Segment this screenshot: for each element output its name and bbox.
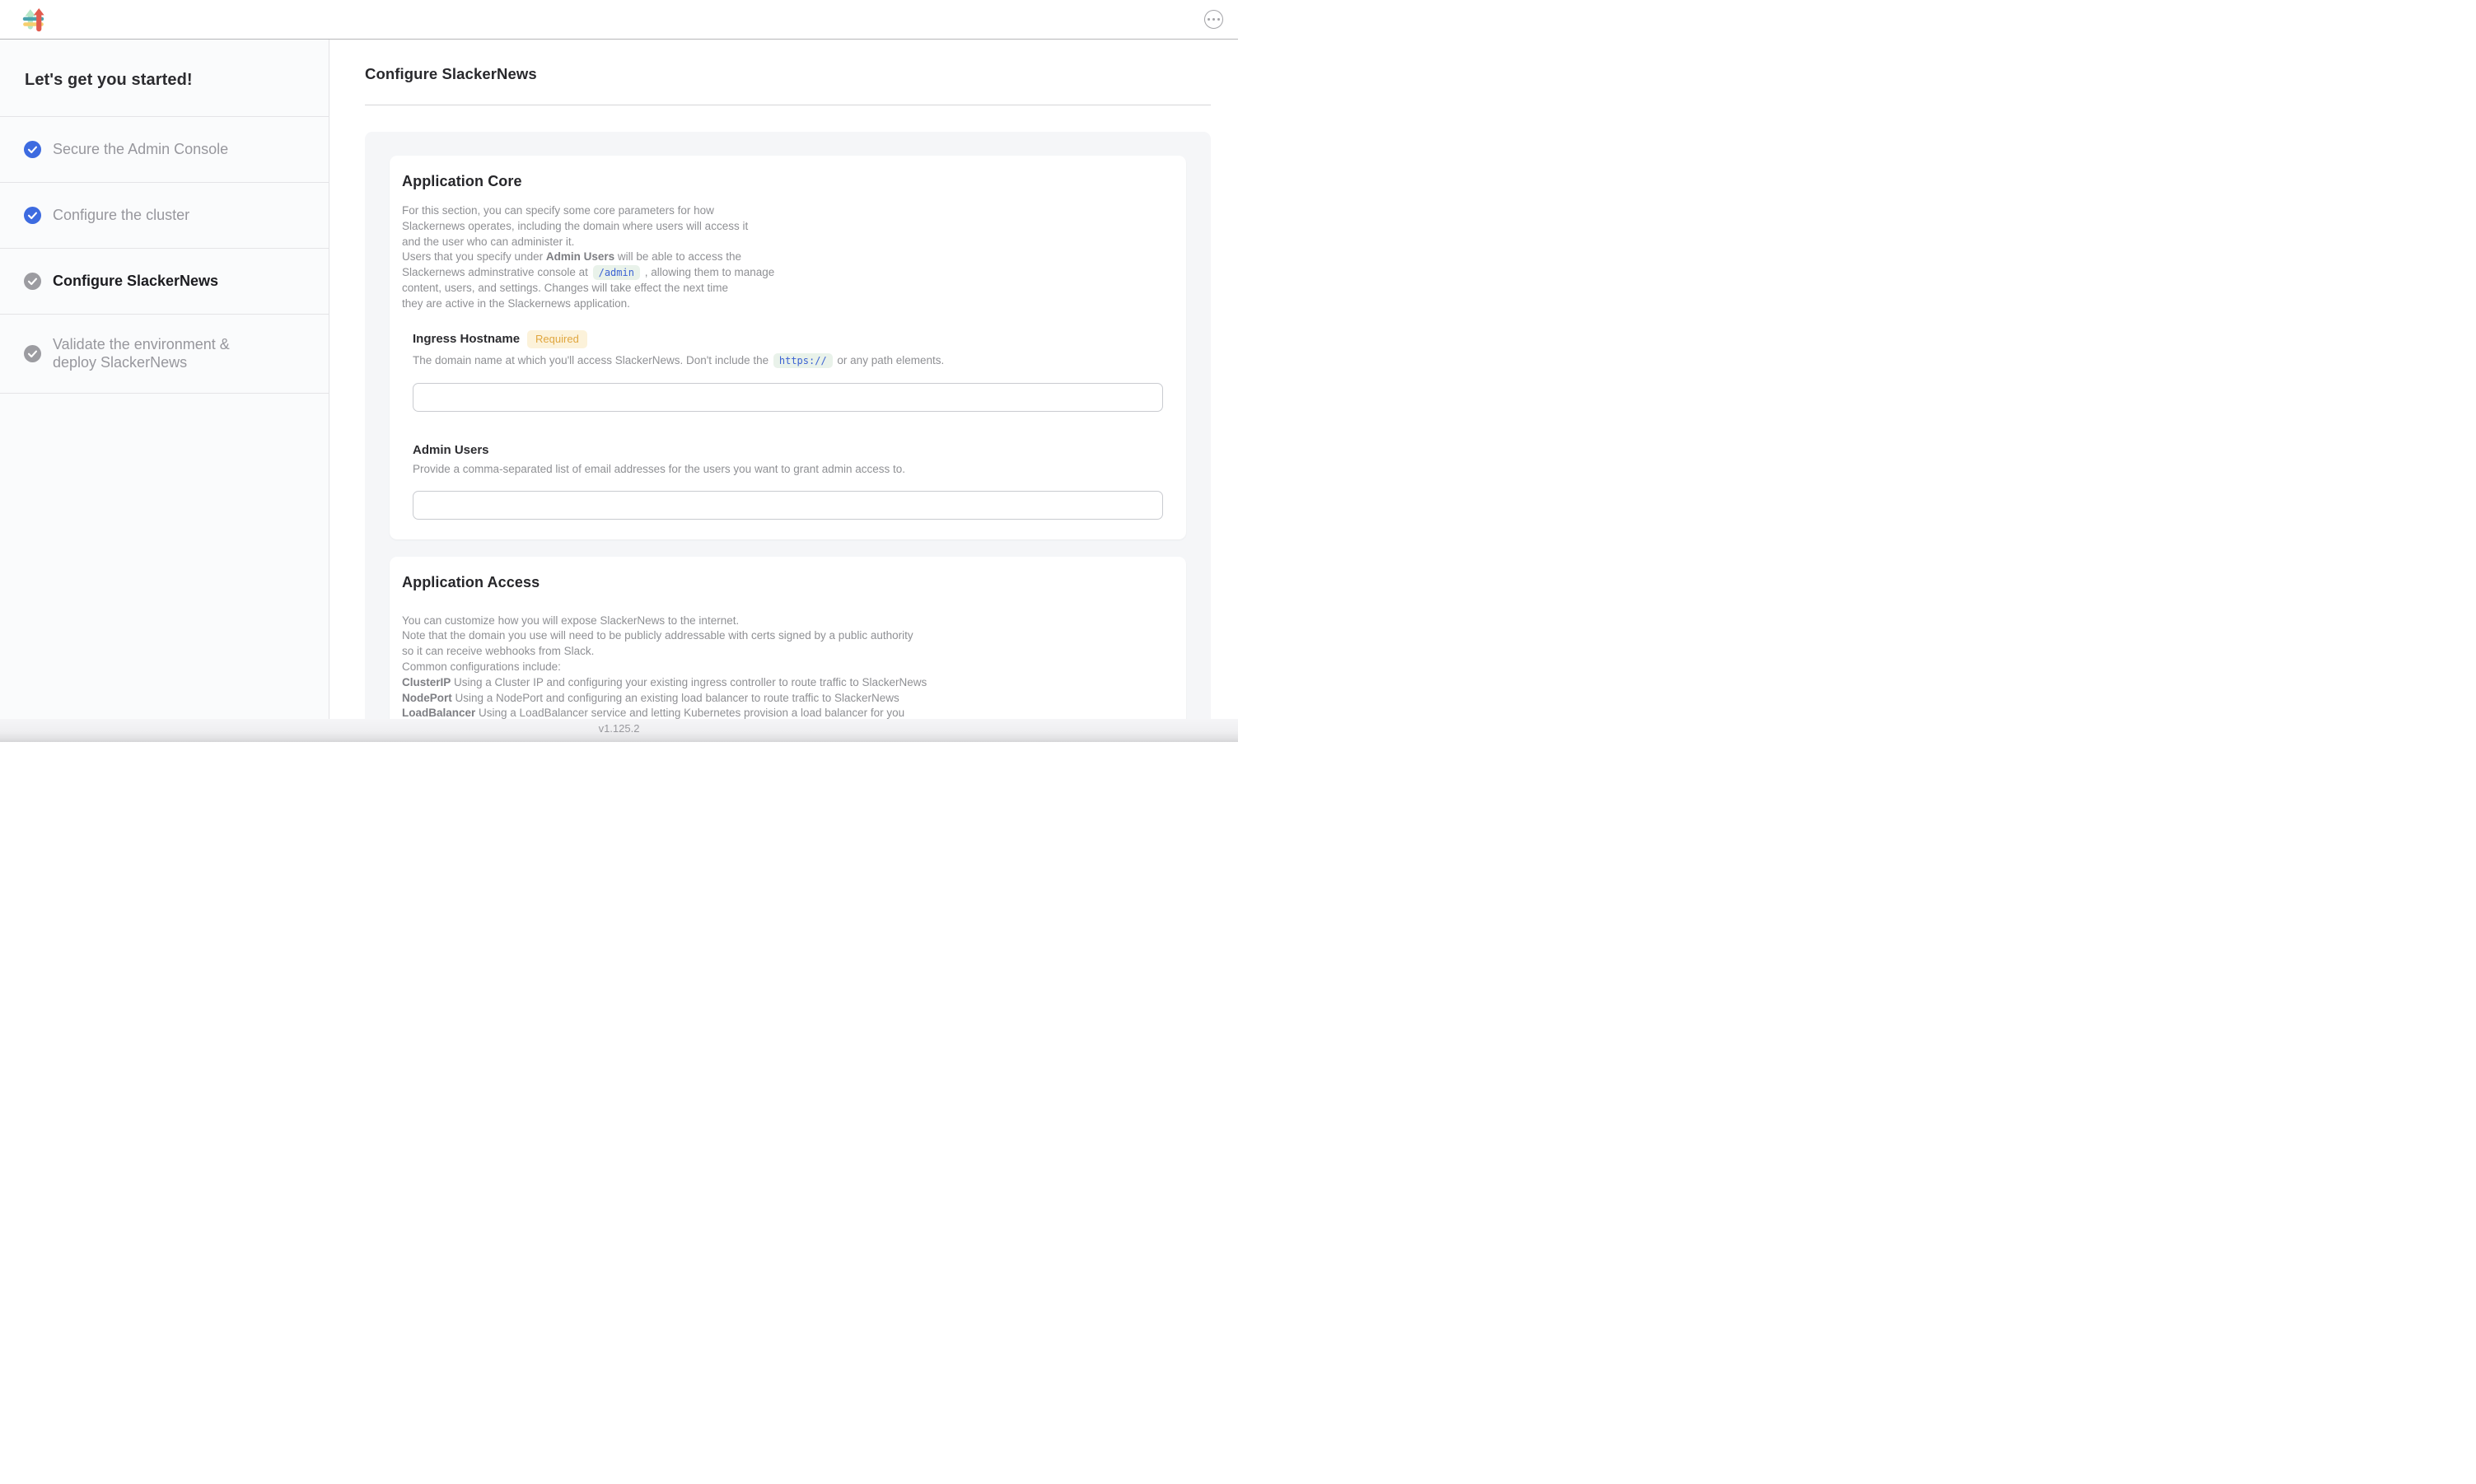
config-cards: Application Core For this section, you ca… xyxy=(390,156,1186,719)
step-complete-check-icon xyxy=(24,207,41,224)
bold-text: ClusterIP xyxy=(402,676,451,688)
field-label: Ingress Hostname xyxy=(413,332,520,346)
bold-text: Admin Users xyxy=(546,250,614,263)
card-application-access: Application Access You can customize how … xyxy=(390,557,1186,719)
fields-container: Ingress Hostname Required The domain name … xyxy=(413,330,1173,520)
required-badge: Required xyxy=(527,330,587,348)
ellipsis-menu-button[interactable] xyxy=(1204,10,1223,29)
ellipsis-dot xyxy=(1208,18,1210,21)
field-label: Admin Users xyxy=(413,443,489,457)
footer: v1.125.2 xyxy=(0,719,1238,742)
sidebar-title-wrap: Let's get you started! xyxy=(0,40,329,117)
bold-text: NodePort xyxy=(402,692,452,704)
sidebar-title: Let's get you started! xyxy=(25,71,306,90)
section-title: Application Core xyxy=(402,173,1173,190)
step-label: Configure SlackerNews xyxy=(53,273,218,291)
sidebar-step-validate-the-environment-deploy-slackernews[interactable]: Validate the environment & deploy Slacke… xyxy=(0,315,329,394)
sidebar-step-configure-the-cluster[interactable]: Configure the cluster xyxy=(0,183,329,249)
version-label: v1.125.2 xyxy=(599,722,640,735)
field-label-row: Ingress Hostname Required xyxy=(413,330,1173,348)
sidebar-step-configure-slackernews[interactable]: Configure SlackerNews xyxy=(0,249,329,315)
config-panel: Application Core For this section, you ca… xyxy=(365,132,1211,719)
field-admin-users: Admin Users Provide a comma-separated lis… xyxy=(413,443,1173,520)
sidebar-step-secure-the-admin-console[interactable]: Secure the Admin Console xyxy=(0,117,329,183)
field-hint: The domain name at which you'll access S… xyxy=(413,352,1173,369)
field-hint: Provide a comma-separated list of email … xyxy=(413,461,1173,477)
top-bar xyxy=(0,0,1238,40)
slackernews-logo-icon xyxy=(22,7,44,32)
layout: Let's get you started! Secure the Admin … xyxy=(0,40,1238,719)
step-complete-check-icon xyxy=(24,141,41,158)
field-ingress-hostname: Ingress Hostname Required The domain name … xyxy=(413,330,1173,412)
ellipsis-dot xyxy=(1217,18,1220,21)
code-chip: https:// xyxy=(773,353,833,368)
card-application-core: Application Core For this section, you ca… xyxy=(390,156,1186,539)
field-label-row: Admin Users xyxy=(413,443,1173,457)
setup-steps-sidebar: Let's get you started! Secure the Admin … xyxy=(0,40,329,719)
step-label: Configure the cluster xyxy=(53,207,189,225)
steps-list: Secure the Admin Console Configure the c… xyxy=(0,117,329,394)
code-chip: /admin xyxy=(593,265,640,280)
step-pending-check-icon xyxy=(24,273,41,290)
step-label: Secure the Admin Console xyxy=(53,141,228,159)
step-label: Validate the environment & deploy Slacke… xyxy=(53,336,277,372)
ingress-hostname-input[interactable] xyxy=(413,383,1163,412)
section-description: You can customize how you will expose Sl… xyxy=(402,614,1173,719)
section-title: Application Access xyxy=(402,574,1173,591)
section-description: For this section, you can specify some c… xyxy=(402,203,1173,312)
main-content: Configure SlackerNews Application Core Fo… xyxy=(329,40,1238,719)
admin-users-input[interactable] xyxy=(413,491,1163,520)
ellipsis-dot xyxy=(1212,18,1215,21)
page-title: Configure SlackerNews xyxy=(365,65,1211,83)
bold-text: LoadBalancer xyxy=(402,707,475,719)
step-pending-check-icon xyxy=(24,345,41,362)
